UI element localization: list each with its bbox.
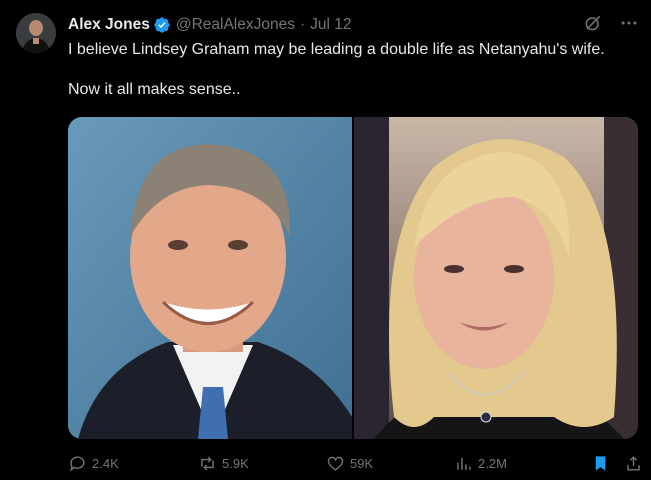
views-button[interactable]: 2.2M (454, 454, 584, 473)
post-text: I believe Lindsey Graham may be leading … (68, 41, 605, 98)
author-avatar[interactable] (16, 13, 56, 53)
like-icon (327, 456, 344, 471)
views-count: 2.2M (478, 455, 507, 471)
bookmark-button[interactable] (591, 454, 610, 473)
photo-left[interactable] (68, 117, 352, 439)
more-icon[interactable] (619, 13, 639, 38)
repost-icon (201, 456, 214, 470)
post-header: Alex Jones @RealAlexJones · Jul 12 (68, 15, 639, 35)
verified-badge-icon[interactable] (153, 16, 171, 34)
post-date[interactable]: Jul 12 (310, 16, 351, 34)
repost-button[interactable]: 5.9K (198, 454, 326, 473)
like-count: 59K (350, 455, 374, 471)
reply-count: 2.4K (92, 455, 119, 471)
author-handle[interactable]: @RealAlexJones (176, 16, 295, 34)
author-name[interactable]: Alex Jones (68, 16, 150, 34)
like-button[interactable]: 59K (326, 454, 454, 473)
views-icon (457, 457, 471, 470)
post-actions: 2.4K 5.9K 59K 2.2M (68, 452, 643, 474)
separator-dot: · (300, 16, 306, 33)
reply-icon (69, 455, 85, 472)
bookmark-icon (595, 455, 606, 471)
repost-count: 5.9K (222, 455, 249, 471)
share-icon (627, 455, 640, 471)
grok-icon[interactable] (583, 13, 603, 38)
post-media[interactable] (68, 117, 638, 439)
share-button[interactable] (624, 454, 643, 473)
reply-button[interactable]: 2.4K (68, 454, 198, 473)
photo-right[interactable] (354, 117, 638, 439)
